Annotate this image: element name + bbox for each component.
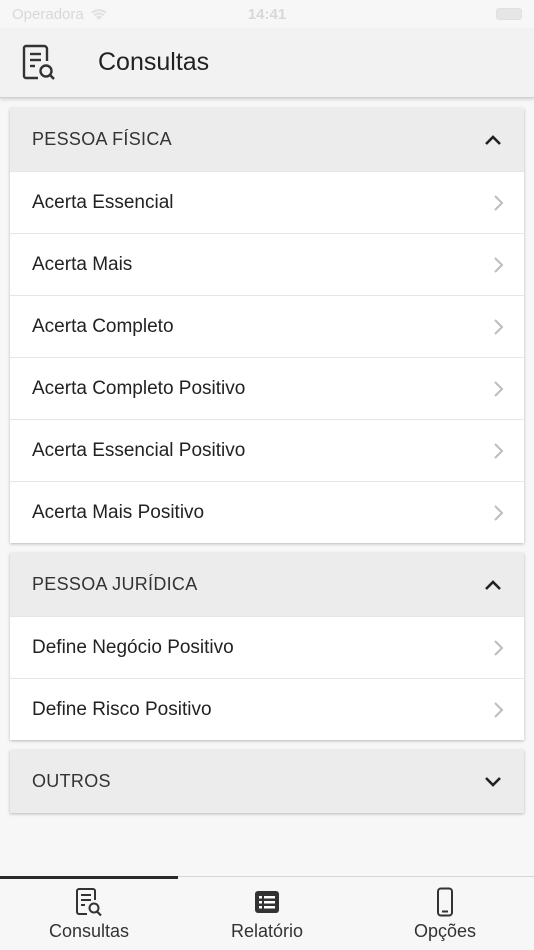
list-item[interactable]: Acerta Essencial Positivo (10, 419, 524, 481)
list-item[interactable]: Acerta Mais (10, 233, 524, 295)
section-header-pessoa-juridica[interactable]: PESSOA JURÍDICA (10, 553, 524, 616)
tab-label: Relatório (230, 921, 304, 941)
list-item[interactable]: Define Negócio Positivo (10, 616, 524, 678)
section-title: PESSOA FÍSICA (32, 129, 172, 149)
list-item-label: Acerta Completo Positivo (32, 377, 246, 399)
chevron-right-icon (494, 194, 504, 211)
section-pessoa-juridica: PESSOA JURÍDICA Define Negócio Positivo … (10, 553, 524, 740)
app-header: Consultas (0, 28, 534, 98)
section-title: OUTROS (32, 771, 111, 791)
chevron-right-icon (494, 701, 504, 718)
content: PESSOA FÍSICA Acerta Essencial Acerta Ma… (10, 108, 524, 823)
tab-label: Opções (413, 921, 477, 941)
list-item-label: Acerta Mais (32, 253, 133, 275)
tab-bar: Consultas Relatório Opções (0, 876, 534, 950)
list-item[interactable]: Acerta Completo Positivo (10, 357, 524, 419)
page-title: Consultas (98, 48, 210, 76)
document-search-icon (76, 888, 102, 917)
section-pessoa-fisica: PESSOA FÍSICA Acerta Essencial Acerta Ma… (10, 108, 524, 543)
chevron-right-icon (494, 318, 504, 335)
list-item-label: Define Negócio Positivo (32, 636, 234, 658)
section-title: PESSOA JURÍDICA (32, 574, 198, 594)
chevron-right-icon (494, 380, 504, 397)
list-icon (255, 891, 279, 913)
tab-consultas[interactable]: Consultas (0, 876, 178, 950)
chevron-right-icon (494, 504, 504, 521)
list-item-label: Acerta Essencial (32, 191, 174, 213)
list-item-label: Define Risco Positivo (32, 698, 212, 720)
chevron-right-icon (494, 639, 504, 656)
chevron-up-icon (485, 134, 501, 145)
list-item-label: Acerta Mais Positivo (32, 501, 205, 523)
list-item[interactable]: Acerta Mais Positivo (10, 481, 524, 543)
tab-relatorio[interactable]: Relatório (178, 877, 356, 950)
tab-label: Consultas (48, 921, 130, 941)
chevron-right-icon (494, 256, 504, 273)
chevron-right-icon (494, 442, 504, 459)
chevron-down-icon (485, 776, 501, 787)
status-time: 14:41 (247, 5, 287, 23)
phone-icon (437, 887, 453, 917)
section-header-outros[interactable]: OUTROS (10, 750, 524, 813)
list-item[interactable]: Acerta Completo (10, 295, 524, 357)
list-item-label: Acerta Completo (32, 315, 174, 337)
section-outros: OUTROS (10, 750, 524, 813)
document-search-icon (22, 44, 55, 80)
status-bar: Operadora 14:41 (0, 0, 534, 28)
chevron-up-icon (485, 579, 501, 590)
list-item[interactable]: Define Risco Positivo (10, 678, 524, 740)
list-item[interactable]: Acerta Essencial (10, 171, 524, 233)
tab-opcoes[interactable]: Opções (356, 877, 534, 950)
list-item-label: Acerta Essencial Positivo (32, 439, 246, 461)
section-header-pessoa-fisica[interactable]: PESSOA FÍSICA (10, 108, 524, 171)
